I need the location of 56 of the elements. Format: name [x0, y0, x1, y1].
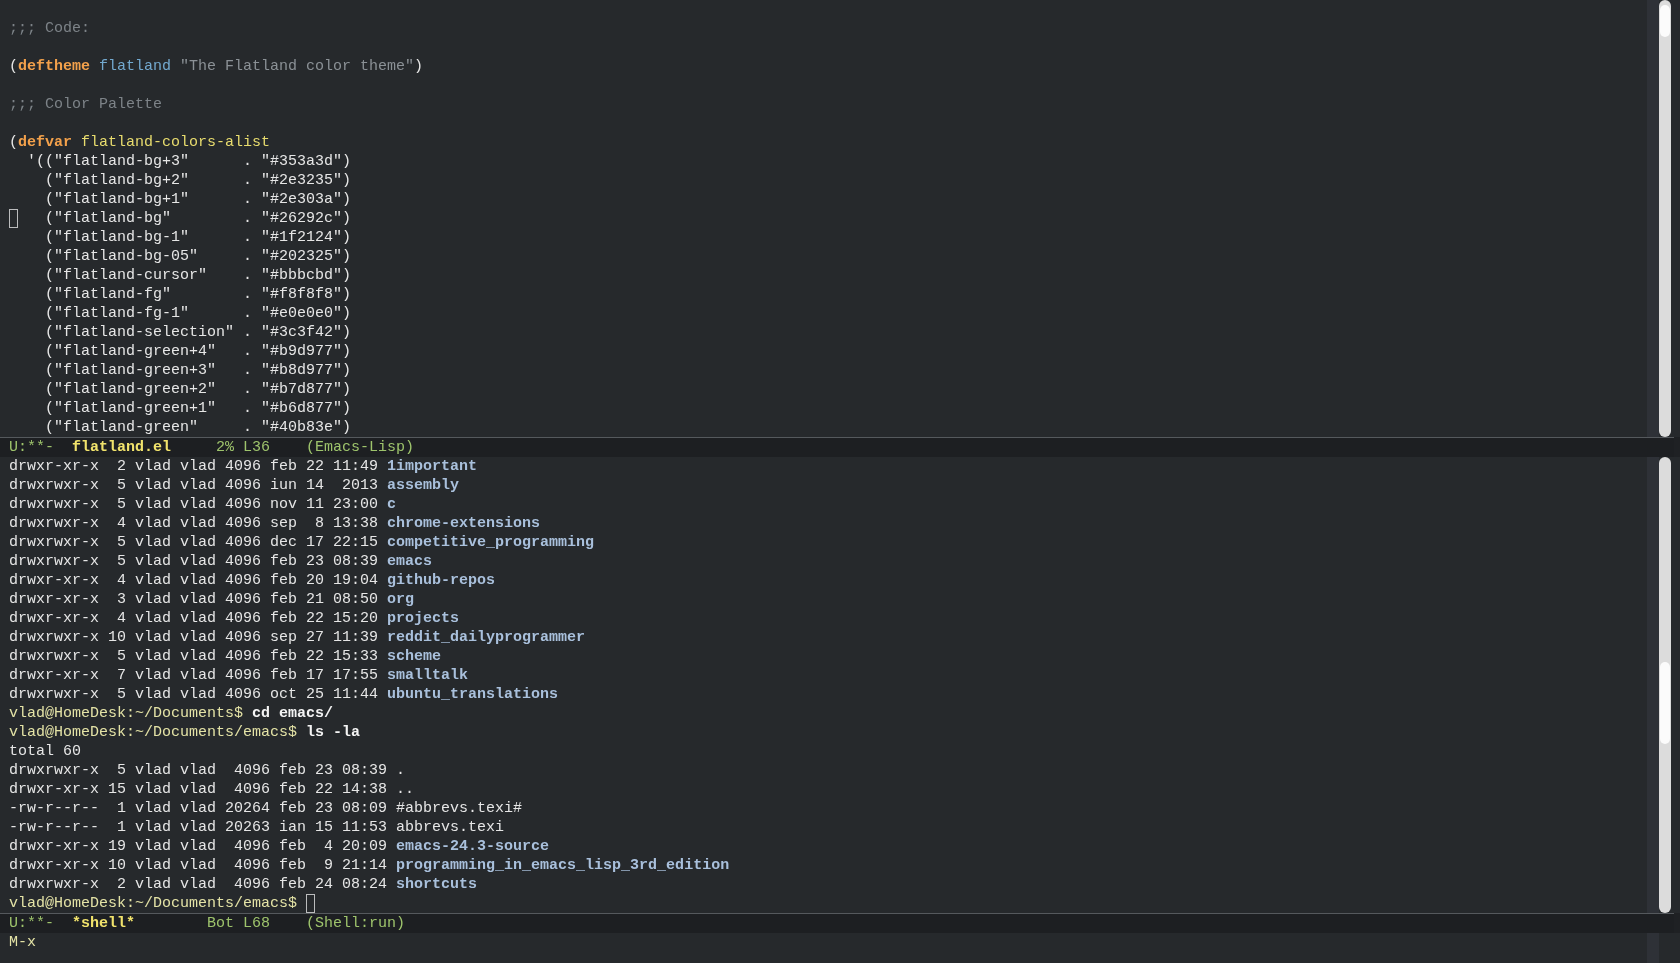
scrollbar-thumb[interactable] [1660, 662, 1670, 744]
position-indicator: Bot L68 [207, 914, 270, 933]
terminal-line: vlad@HomeDesk:~/Documents/emacs$ ls -la [9, 723, 362, 742]
terminal-line: total 60 [9, 742, 82, 761]
scrollbar-thumb[interactable] [1660, 5, 1670, 37]
terminal-line: drwxr-xr-x 10 vlad vlad 4096 feb 9 21:14 programming_in_emacs_lisp_3rd_edition [9, 856, 731, 875]
code-line: ("flatland-green+1" . "#b6d877") [44, 399, 353, 418]
scrollbar[interactable] [1659, 0, 1671, 437]
code-line: (deftheme flatland "The Flatland color theme") [9, 57, 425, 76]
terminal-line: drwxr-xr-x 7 vlad vlad 4096 feb 17 17:55 smalltalk [9, 666, 470, 685]
modified-status: U:**- [9, 914, 55, 933]
terminal-line: drwxr-xr-x 15 vlad vlad 4096 feb 22 14:38 .. [9, 780, 416, 799]
code-line: ("flatland-bg" . "#26292c") [9, 209, 1647, 228]
code-line: ("flatland-green+2" . "#b7d877") [44, 380, 353, 399]
terminal-line: -rw-r--r-- 1 vlad vlad 20264 feb 23 08:09 #abbrevs.texi# [9, 799, 524, 818]
terminal-line: drwxrwxr-x 5 vlad vlad 4096 feb 22 15:33 scheme [9, 647, 443, 666]
code-line: ("flatland-fg" . "#f8f8f8") [44, 285, 353, 304]
major-mode: (Emacs-Lisp) [306, 438, 415, 457]
terminal-line: drwxr-xr-x 4 vlad vlad 4096 feb 20 19:04 github-repos [9, 571, 497, 590]
terminal-line: drwxrwxr-x 5 vlad vlad 4096 oct 25 11:44 ubuntu_translations [9, 685, 560, 704]
minibuffer-prompt: M-x [9, 934, 36, 951]
modified-status: U:**- [9, 438, 55, 457]
code-line: ("flatland-fg-1" . "#e0e0e0") [44, 304, 353, 323]
code-line: ("flatland-green+4" . "#b9d977") [44, 342, 353, 361]
terminal-line: drwxrwxr-x 5 vlad vlad 4096 iun 14 2013 assembly [9, 476, 461, 495]
code-line: ;;; Code: [9, 19, 91, 38]
terminal-line: drwxrwxr-x 5 vlad vlad 4096 feb 23 08:39 . [9, 761, 407, 780]
major-mode: (Shell:run) [306, 914, 406, 933]
code-line: ("flatland-green" . "#40b83e") [44, 418, 353, 437]
terminal-line: drwxr-xr-x 4 vlad vlad 4096 feb 22 15:20 projects [9, 609, 461, 628]
code-line: '(("flatland-bg+3" . "#353a3d") [26, 152, 353, 171]
terminal-line: drwxr-xr-x 2 vlad vlad 4096 feb 22 11:49 1important [9, 457, 479, 476]
terminal-line: drwxr-xr-x 3 vlad vlad 4096 feb 21 08:50 org [9, 590, 416, 609]
terminal-line: -rw-r--r-- 1 vlad vlad 20263 ian 15 11:53 abbrevs.texi [9, 818, 506, 837]
code-line: ("flatland-selection" . "#3c3f42") [44, 323, 353, 342]
code-line: ("flatland-bg-1" . "#1f2124") [44, 228, 353, 247]
buffer-name: flatland.el [72, 438, 173, 457]
code-line: ("flatland-bg+2" . "#2e3235") [44, 171, 353, 190]
terminal-line: drwxrwxr-x 5 vlad vlad 4096 nov 11 23:00 c [9, 495, 398, 514]
terminal-line: vlad@HomeDesk:~/Documents/emacs$ [9, 894, 1647, 913]
terminal-line: vlad@HomeDesk:~/Documents$ cd emacs/ [9, 704, 335, 723]
scrollbar[interactable] [1659, 457, 1671, 913]
code-line: ("flatland-bg-05" . "#202325") [44, 247, 353, 266]
code-line: ("flatland-green+3" . "#b8d977") [44, 361, 353, 380]
code-line: ("flatland-bg+1" . "#2e303a") [44, 190, 353, 209]
terminal-line: drwxr-xr-x 19 vlad vlad 4096 feb 4 20:09 emacs-24.3-source [9, 837, 551, 856]
position-indicator: 2% L36 [215, 438, 270, 457]
buffer-name: *shell* [72, 914, 136, 933]
terminal-line: drwxrwxr-x 10 vlad vlad 4096 sep 27 11:39 reddit_dailyprogrammer [9, 628, 587, 647]
code-line: (defvar flatland-colors-alist [9, 133, 272, 152]
code-line: ("flatland-cursor" . "#bbbcbd") [44, 266, 353, 285]
terminal-line: drwxrwxr-x 2 vlad vlad 4096 feb 24 08:24 shortcuts [9, 875, 479, 894]
terminal-line: drwxrwxr-x 4 vlad vlad 4096 sep 8 13:38 chrome-extensions [9, 514, 542, 533]
code-line: ;;; Color Palette [9, 95, 164, 114]
terminal-line: drwxrwxr-x 5 vlad vlad 4096 dec 17 22:15 competitive_programming [9, 533, 596, 552]
terminal-line: drwxrwxr-x 5 vlad vlad 4096 feb 23 08:39 emacs [9, 552, 434, 571]
